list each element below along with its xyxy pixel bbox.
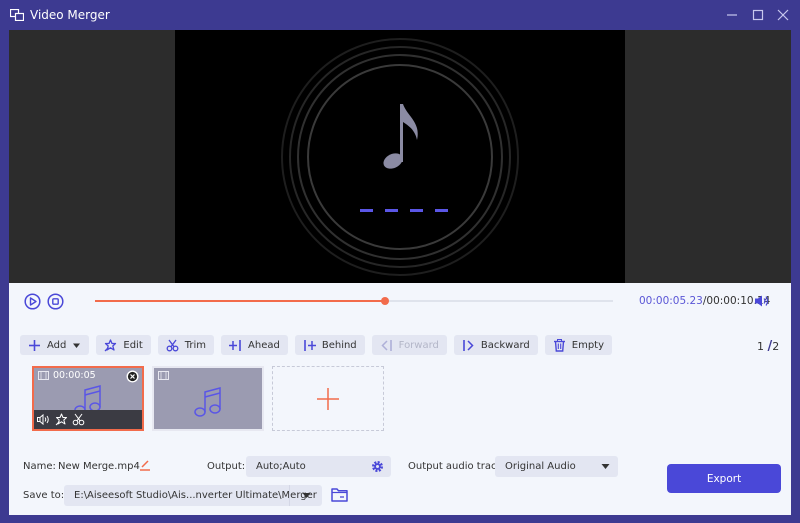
edit-label: Edit	[123, 339, 143, 351]
film-icon	[158, 371, 169, 380]
backward-icon	[463, 339, 474, 351]
title-bar: Video Merger	[0, 0, 800, 30]
add-button[interactable]: Add	[20, 335, 90, 355]
ahead-label: Ahead	[248, 339, 280, 351]
trim-button[interactable]: Trim	[157, 335, 215, 355]
empty-label: Empty	[571, 339, 605, 351]
page-current: 1	[757, 340, 764, 353]
ahead-button[interactable]: Ahead	[221, 335, 288, 355]
clip-volume-icon[interactable]	[37, 413, 50, 426]
volume-icon[interactable]	[754, 294, 770, 308]
add-clip-button[interactable]	[272, 366, 384, 431]
stop-button[interactable]	[47, 293, 64, 310]
preview-stage	[175, 30, 625, 283]
save-path-value: E:\Aiseesoft Studio\Ais...nverter Ultima…	[74, 490, 317, 501]
backward-button[interactable]: Backward	[453, 335, 538, 355]
music-note-icon	[194, 387, 221, 417]
magic-wand-icon	[104, 338, 117, 351]
page-indicator: 1 /2	[757, 339, 779, 354]
clip-tools-bar	[34, 410, 142, 429]
progress-handle[interactable]	[381, 297, 390, 305]
output-format-field[interactable]: Auto;Auto	[246, 456, 391, 477]
audio-track-value: Original Audio	[505, 461, 576, 472]
maximize-button[interactable]	[749, 6, 767, 24]
clip-duration: 00:00:05	[53, 370, 96, 381]
forward-label: Forward	[398, 339, 439, 351]
save-path-select[interactable]: E:\Aiseesoft Studio\Ais...nverter Ultima…	[64, 485, 322, 506]
caret-down-icon[interactable]	[72, 341, 81, 350]
audio-visualizer	[281, 38, 519, 276]
backward-label: Backward	[480, 339, 530, 351]
open-folder-icon[interactable]	[331, 487, 348, 502]
audio-level-dashes	[360, 209, 448, 212]
forward-icon	[381, 339, 392, 351]
trim-label: Trim	[184, 339, 207, 351]
clip-toolbar: Add Edit Trim Ahead Behind Forward Backw…	[20, 335, 613, 355]
audio-track-label: Output audio track:	[408, 461, 506, 472]
remove-clip-button[interactable]	[126, 370, 139, 383]
film-icon	[38, 371, 49, 380]
current-time: 00:00:05.23	[639, 295, 703, 307]
save-path-dropdown[interactable]	[289, 485, 322, 506]
output-format-value: Auto;Auto	[256, 461, 306, 472]
progress-slider[interactable]	[95, 297, 613, 305]
minimize-button[interactable]	[723, 6, 741, 24]
ahead-icon	[229, 339, 241, 351]
play-button[interactable]	[24, 293, 41, 310]
app-logo-icon	[10, 9, 24, 21]
clip-edit-icon[interactable]	[55, 413, 68, 426]
edit-button[interactable]: Edit	[96, 335, 151, 355]
name-label: Name:	[23, 461, 56, 472]
forward-button[interactable]: Forward	[371, 335, 447, 355]
add-label: Add	[47, 339, 67, 351]
player-controls: 00:00:05.23/00:00:10.14	[9, 283, 791, 320]
video-preview	[9, 30, 791, 283]
page-total: 2	[772, 340, 780, 353]
behind-button[interactable]: Behind	[294, 335, 365, 355]
caret-down-icon	[601, 464, 610, 469]
empty-button[interactable]: Empty	[544, 335, 613, 355]
close-button[interactable]	[774, 6, 792, 24]
caret-down-icon	[302, 493, 311, 498]
trash-icon	[553, 338, 565, 352]
audio-track-select[interactable]: Original Audio	[495, 456, 618, 477]
clip-item[interactable]	[152, 366, 264, 431]
window-title: Video Merger	[30, 8, 110, 22]
progress-fill	[95, 300, 386, 302]
rename-pencil-icon[interactable]	[139, 459, 151, 471]
plus-icon	[317, 388, 339, 410]
gear-icon[interactable]	[371, 460, 384, 473]
time-readout: 00:00:05.23/00:00:10.14	[639, 295, 770, 307]
merge-panel: Add Edit Trim Ahead Behind Forward Backw…	[9, 320, 791, 515]
output-label: Output:	[207, 461, 246, 472]
scissors-icon	[166, 339, 179, 351]
file-name: New Merge.mp4	[58, 461, 140, 472]
music-note-icon	[383, 104, 418, 169]
behind-icon	[304, 339, 316, 351]
behind-label: Behind	[321, 339, 357, 351]
clip-item[interactable]: 00:00:05	[32, 366, 144, 431]
save-to-label: Save to:	[23, 490, 65, 501]
clip-trim-icon[interactable]	[72, 413, 85, 426]
export-button[interactable]: Export	[667, 464, 781, 493]
plus-icon	[29, 339, 40, 351]
